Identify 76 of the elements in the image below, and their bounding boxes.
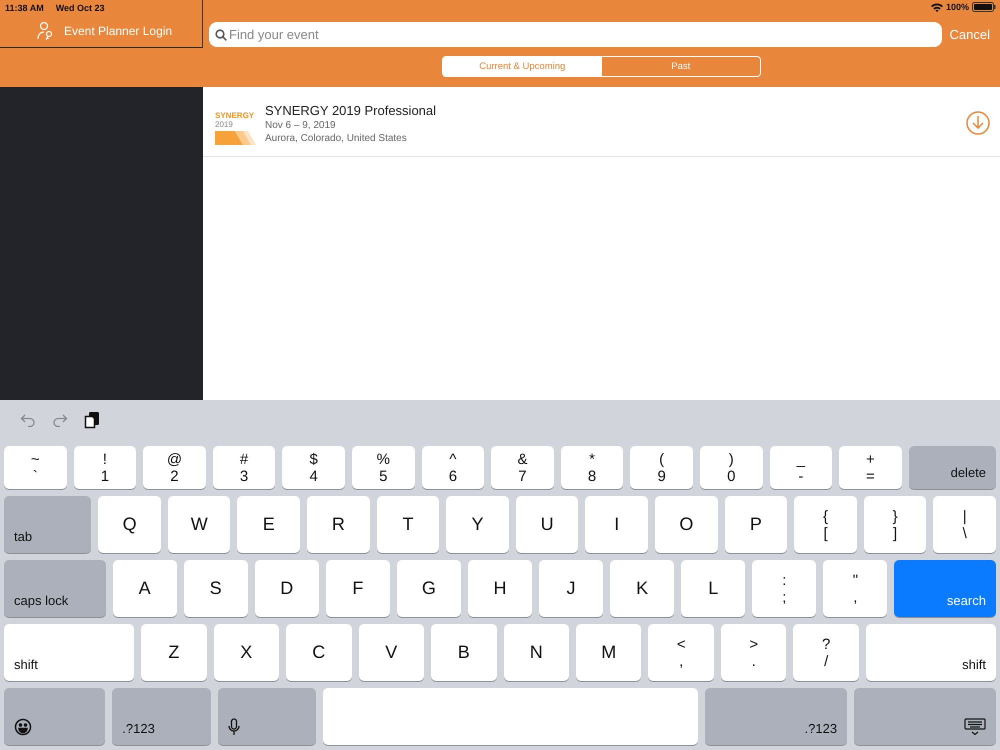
letter-key[interactable]: W: [168, 496, 230, 553]
symbol-key[interactable]: $ 4: [282, 446, 345, 489]
letter-key[interactable]: U: [516, 496, 578, 553]
battery-percent: 100%: [946, 2, 969, 12]
letter-key[interactable]: N: [504, 624, 569, 681]
numbers-key[interactable]: .?123: [112, 688, 211, 745]
undo-icon[interactable]: [20, 412, 36, 426]
symbol-key[interactable]: _ -: [770, 446, 832, 489]
event-location: Aurora, Colorado, United States: [265, 132, 408, 144]
smiley-icon: [14, 718, 32, 736]
letter-key[interactable]: Y: [446, 496, 509, 553]
letter-key[interactable]: E: [237, 496, 300, 553]
letter-key[interactable]: M: [576, 624, 642, 681]
letter-key[interactable]: C: [286, 624, 352, 681]
symbol-key[interactable]: ^ 6: [422, 446, 484, 489]
symbol-key[interactable]: ) 0: [700, 446, 763, 489]
symbol-key[interactable]: # 3: [212, 446, 276, 489]
symbol-key[interactable]: " ,: [823, 560, 888, 617]
shift-key[interactable]: shift: [866, 624, 996, 681]
letter-key[interactable]: A: [112, 560, 177, 617]
status-time: 11:38 AM: [5, 3, 44, 15]
symbol-key[interactable]: @ 2: [143, 446, 206, 489]
letter-key[interactable]: B: [431, 624, 496, 681]
search-field[interactable]: Find your event: [209, 22, 942, 47]
letter-key[interactable]: K: [610, 560, 674, 617]
letter-key[interactable]: G: [396, 560, 461, 617]
symbol-key[interactable]: + =: [839, 446, 902, 489]
letter-key[interactable]: P: [724, 496, 788, 553]
symbol-key[interactable]: ! 1: [74, 446, 136, 489]
symbol-key[interactable]: ~ `: [4, 446, 67, 489]
letter-key[interactable]: Q: [98, 496, 161, 553]
letter-key[interactable]: H: [468, 560, 532, 617]
event-row[interactable]: SYNERGY 2019 SYNERGY 2019 Professional Nov 6 – 9, 2019 Aurora, Colorado, United States: [203, 87, 1000, 157]
tab-key[interactable]: tab: [4, 496, 92, 553]
delete-key[interactable]: delete: [908, 446, 996, 489]
download-icon[interactable]: [966, 111, 990, 135]
symbol-key[interactable]: & 7: [491, 446, 554, 489]
numbers-key[interactable]: .?123: [705, 688, 848, 745]
letter-key[interactable]: V: [358, 624, 424, 681]
battery-icon: [972, 2, 996, 12]
letter-key[interactable]: F: [326, 560, 390, 617]
symbol-key[interactable]: * 8: [560, 446, 624, 489]
caps-lock-key[interactable]: caps lock: [4, 560, 106, 617]
letter-key[interactable]: T: [376, 496, 440, 553]
search-key[interactable]: search: [894, 560, 996, 617]
microphone-icon: [228, 718, 240, 736]
status-date: Wed Oct 23: [56, 3, 105, 15]
keyboard-hide-icon: [964, 718, 986, 736]
symbol-key[interactable]: : ;: [752, 560, 816, 617]
shift-key[interactable]: shift: [4, 624, 134, 681]
hide-keyboard-key[interactable]: [854, 688, 996, 745]
symbol-key[interactable]: | \: [933, 496, 996, 553]
symbol-key[interactable]: ? /: [793, 624, 859, 681]
clipboard-icon[interactable]: [84, 410, 100, 428]
symbol-key[interactable]: < ,: [648, 624, 714, 681]
letter-key[interactable]: X: [214, 624, 280, 681]
symbol-key[interactable]: ( 9: [630, 446, 693, 489]
letter-key[interactable]: R: [307, 496, 370, 553]
letter-key[interactable]: L: [681, 560, 746, 617]
letter-key[interactable]: S: [184, 560, 248, 617]
letter-key[interactable]: J: [539, 560, 604, 617]
letter-key[interactable]: D: [254, 560, 319, 617]
letter-key[interactable]: O: [655, 496, 718, 553]
event-logo: SYNERGY 2019: [215, 111, 257, 145]
symbol-key[interactable]: > .: [720, 624, 786, 681]
letter-key[interactable]: Z: [141, 624, 207, 681]
event-title: SYNERGY 2019 Professional: [265, 102, 438, 118]
symbol-key[interactable]: { [: [794, 496, 857, 553]
emoji-key[interactable]: [4, 688, 106, 745]
symbol-key[interactable]: % 5: [352, 446, 415, 489]
redo-icon[interactable]: [52, 412, 68, 426]
symbol-key[interactable]: } ]: [864, 496, 926, 553]
search-icon: [215, 29, 227, 41]
wifi-icon: [930, 2, 943, 12]
event-dates: Nov 6 – 9, 2019: [265, 120, 337, 130]
letter-key[interactable]: I: [585, 496, 648, 553]
